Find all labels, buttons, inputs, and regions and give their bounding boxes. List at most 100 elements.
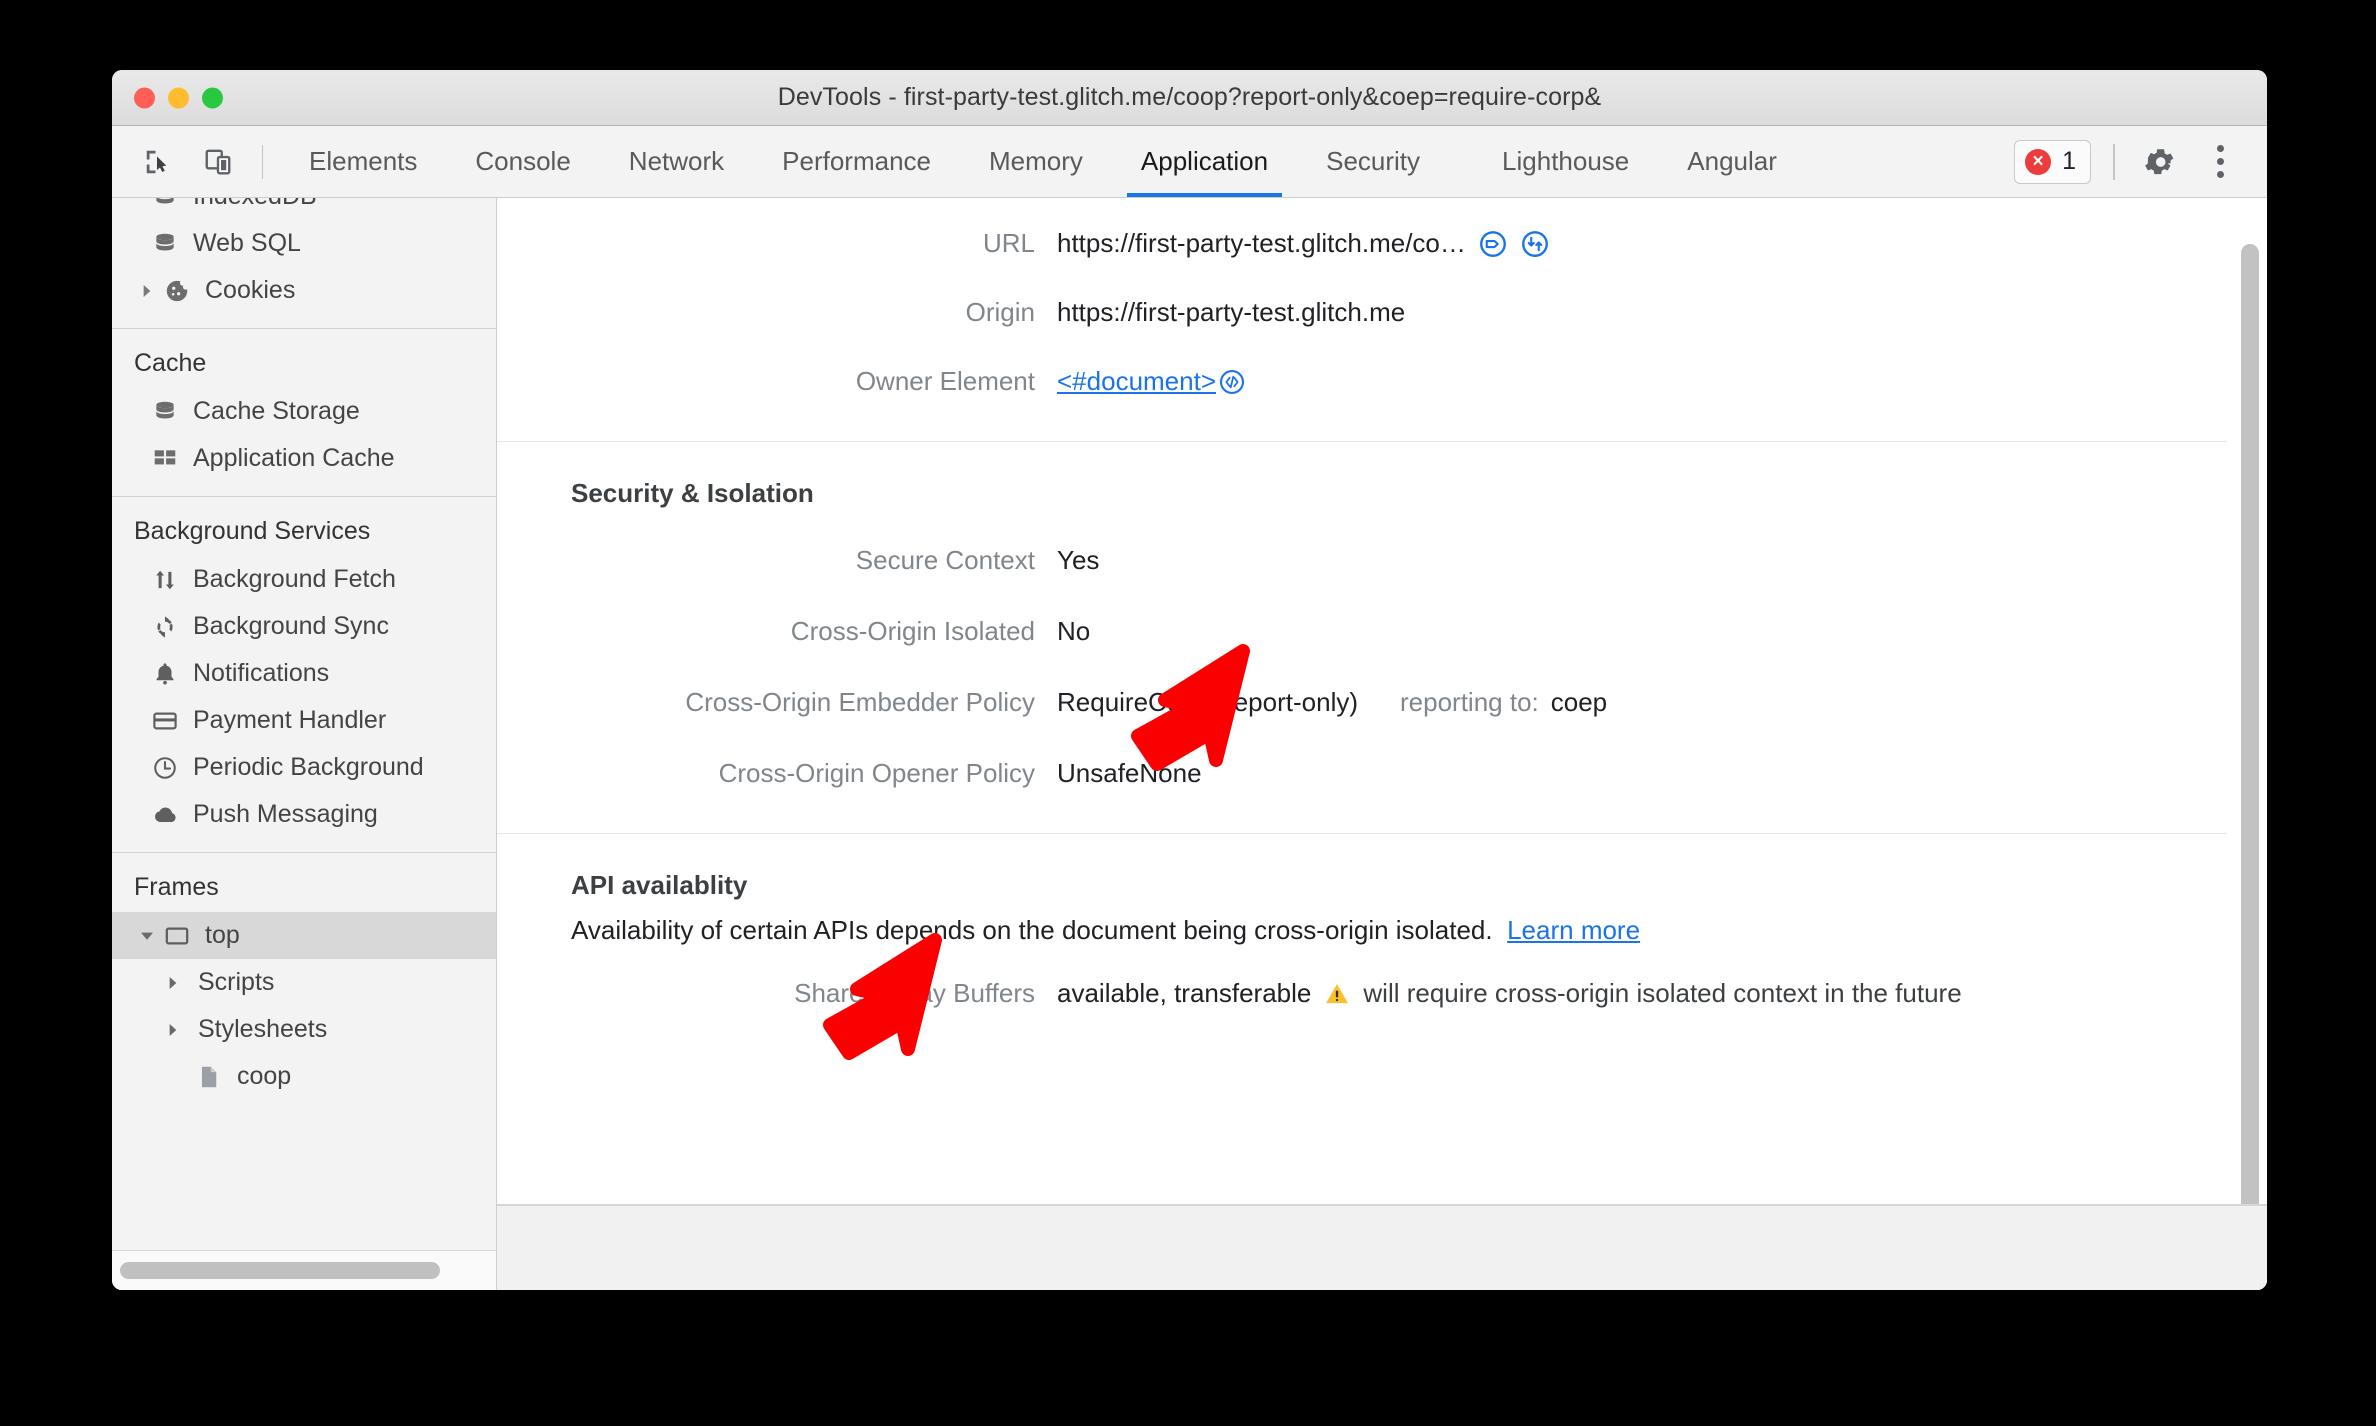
sidebar-item-web-sql[interactable]: Web SQL xyxy=(112,220,496,267)
sidebar-item-scripts[interactable]: Scripts xyxy=(112,959,496,1006)
devtools-toolbar: Elements Console Network Performance Mem… xyxy=(112,126,2267,198)
sidebar-frames-group: Frames top Scripts Stylesheets coop xyxy=(112,853,496,1100)
sidebar-item-stylesheets[interactable]: Stylesheets xyxy=(112,1006,496,1053)
sidebar-item-payment-handler[interactable]: Payment Handler xyxy=(112,697,496,744)
document-origin-row: Origin https://first-party-test.glitch.m… xyxy=(497,273,2227,342)
sidebar-item-cookies[interactable]: Cookies xyxy=(112,267,496,314)
security-isolation-section: Security & Isolation Secure Context Yes … xyxy=(497,442,2227,833)
sidebar-horizontal-scrollbar[interactable] xyxy=(112,1250,496,1290)
open-in-new-tab-icon[interactable] xyxy=(1478,229,1508,259)
sidebar-group-title-background-services: Background Services xyxy=(134,517,371,545)
credit-card-icon xyxy=(148,708,182,734)
secure-context-row: Secure Context Yes xyxy=(497,519,2227,590)
sidebar-item-background-sync[interactable]: Background Sync xyxy=(112,603,496,650)
devtools-window: DevTools - first-party-test.glitch.me/co… xyxy=(112,70,2267,1290)
cross-origin-isolated-label: Cross-Origin Isolated xyxy=(790,616,1035,646)
error-count-badge[interactable]: × 1 xyxy=(2014,139,2091,184)
grid-icon xyxy=(148,446,182,472)
tab-label: Security xyxy=(1326,146,1421,176)
error-icon: × xyxy=(2025,148,2052,175)
tab-memory[interactable]: Memory xyxy=(965,126,1107,197)
frame-details-panel: Document URL https://first-party-test.gl… xyxy=(497,198,2267,1290)
window-traffic-lights xyxy=(134,87,223,108)
cookie-icon xyxy=(160,278,194,304)
sidebar-item-notifications[interactable]: Notifications xyxy=(112,650,496,697)
coop-label: Cross-Origin Opener Policy xyxy=(718,758,1035,788)
database-icon xyxy=(148,198,182,210)
owner-element-link[interactable]: <#document> xyxy=(1057,366,1216,397)
maximize-window-button[interactable] xyxy=(202,87,223,108)
coep-value: RequireCorp xyxy=(1057,687,1205,717)
api-availability-title: API availablity xyxy=(571,870,748,900)
tab-label: Angular xyxy=(1687,146,1777,176)
shared-array-buffers-label: Shared Array Buffers xyxy=(794,978,1035,1008)
toolbar-left-icons xyxy=(138,126,238,197)
tab-security[interactable]: Security xyxy=(1302,126,1444,197)
more-vertical-icon[interactable] xyxy=(2197,139,2243,185)
shared-array-buffers-value-group: available, transferable will require cro… xyxy=(1057,978,1962,1009)
coep-report-only-note: (report-only) xyxy=(1216,687,1358,717)
sidebar-item-push-messaging[interactable]: Push Messaging xyxy=(112,791,496,838)
chevron-right-icon[interactable] xyxy=(160,1022,186,1038)
document-section: Document URL https://first-party-test.gl… xyxy=(497,198,2227,441)
gear-icon[interactable] xyxy=(2137,139,2183,185)
device-toolbar-icon[interactable] xyxy=(198,142,238,182)
document-url-value: https://first-party-test.glitch.me/co… xyxy=(1057,228,1466,258)
tab-performance[interactable]: Performance xyxy=(758,126,955,197)
document-url-row: URL https://first-party-test.glitch.me/c… xyxy=(497,198,2227,273)
code-circle-icon[interactable] xyxy=(1218,368,1246,396)
sidebar-item-label: Notifications xyxy=(193,659,330,687)
clock-icon xyxy=(148,755,182,781)
panel-footer xyxy=(497,1204,2267,1290)
tab-angular[interactable]: Angular xyxy=(1663,126,1801,197)
shared-array-buffers-value: available, transferable xyxy=(1057,978,1312,1008)
reveal-in-network-icon[interactable] xyxy=(1520,229,1550,259)
tab-label: Elements xyxy=(309,146,418,176)
sidebar-item-periodic-background[interactable]: Periodic Background xyxy=(112,744,496,791)
sidebar-scroll-area[interactable]: IndexedDB Web SQL xyxy=(112,198,496,1250)
cross-origin-isolated-row: Cross-Origin Isolated No xyxy=(497,590,2227,661)
sidebar-item-application-cache[interactable]: Application Cache xyxy=(112,435,496,482)
minimize-window-button[interactable] xyxy=(168,87,189,108)
tab-lighthouse[interactable]: Lighthouse xyxy=(1478,126,1653,197)
coop-value: UnsafeNone xyxy=(1057,758,1202,788)
devtools-body: IndexedDB Web SQL xyxy=(112,198,2267,1290)
sidebar-item-indexeddb-clipped[interactable]: IndexedDB xyxy=(112,198,496,220)
chevron-down-icon[interactable] xyxy=(134,928,160,944)
main-vertical-scrollbar-thumb[interactable] xyxy=(2241,244,2259,1204)
frame-icon xyxy=(160,923,194,949)
document-origin-value: https://first-party-test.glitch.me xyxy=(1057,297,1406,327)
coep-reporting-to-value: coep xyxy=(1550,687,1608,717)
sidebar-item-label: Push Messaging xyxy=(193,800,378,828)
tab-network[interactable]: Network xyxy=(605,126,748,197)
close-window-button[interactable] xyxy=(134,87,155,108)
sidebar-item-label: Background Sync xyxy=(193,612,389,640)
inspect-element-icon[interactable] xyxy=(138,142,178,182)
secure-context-value: Yes xyxy=(1057,545,1100,575)
frame-details-scroll-area[interactable]: Document URL https://first-party-test.gl… xyxy=(497,198,2267,1204)
api-availability-description: Availability of certain APIs depends on … xyxy=(571,915,1493,945)
sidebar-item-background-fetch[interactable]: Background Fetch xyxy=(112,556,496,603)
sidebar-item-label: Scripts xyxy=(198,968,275,996)
window-titlebar: DevTools - first-party-test.glitch.me/co… xyxy=(112,70,2267,126)
sidebar-group-title-frames: Frames xyxy=(134,873,219,901)
chevron-right-icon[interactable] xyxy=(160,975,186,991)
sidebar-item-label: Periodic Background xyxy=(193,753,424,781)
sidebar-item-top[interactable]: top xyxy=(112,912,496,959)
database-icon xyxy=(148,231,182,257)
sidebar-scrollbar-thumb[interactable] xyxy=(120,1262,440,1279)
tab-label: Console xyxy=(475,146,571,176)
security-section-title: Security & Isolation xyxy=(571,478,814,508)
learn-more-link[interactable]: Learn more xyxy=(1507,915,1640,945)
sidebar-item-cache-storage[interactable]: Cache Storage xyxy=(112,388,496,435)
tab-console[interactable]: Console xyxy=(451,126,594,197)
sidebar-group-title-cache: Cache xyxy=(134,349,207,377)
application-sidebar: IndexedDB Web SQL xyxy=(112,198,497,1290)
tab-elements[interactable]: Elements xyxy=(285,126,441,197)
secure-context-label: Secure Context xyxy=(855,545,1035,575)
database-icon xyxy=(148,399,182,425)
sidebar-item-coop[interactable]: coop xyxy=(112,1053,496,1100)
sidebar-item-label: Payment Handler xyxy=(193,706,387,734)
chevron-right-icon[interactable] xyxy=(134,283,160,299)
tab-application[interactable]: Application xyxy=(1117,126,1292,197)
